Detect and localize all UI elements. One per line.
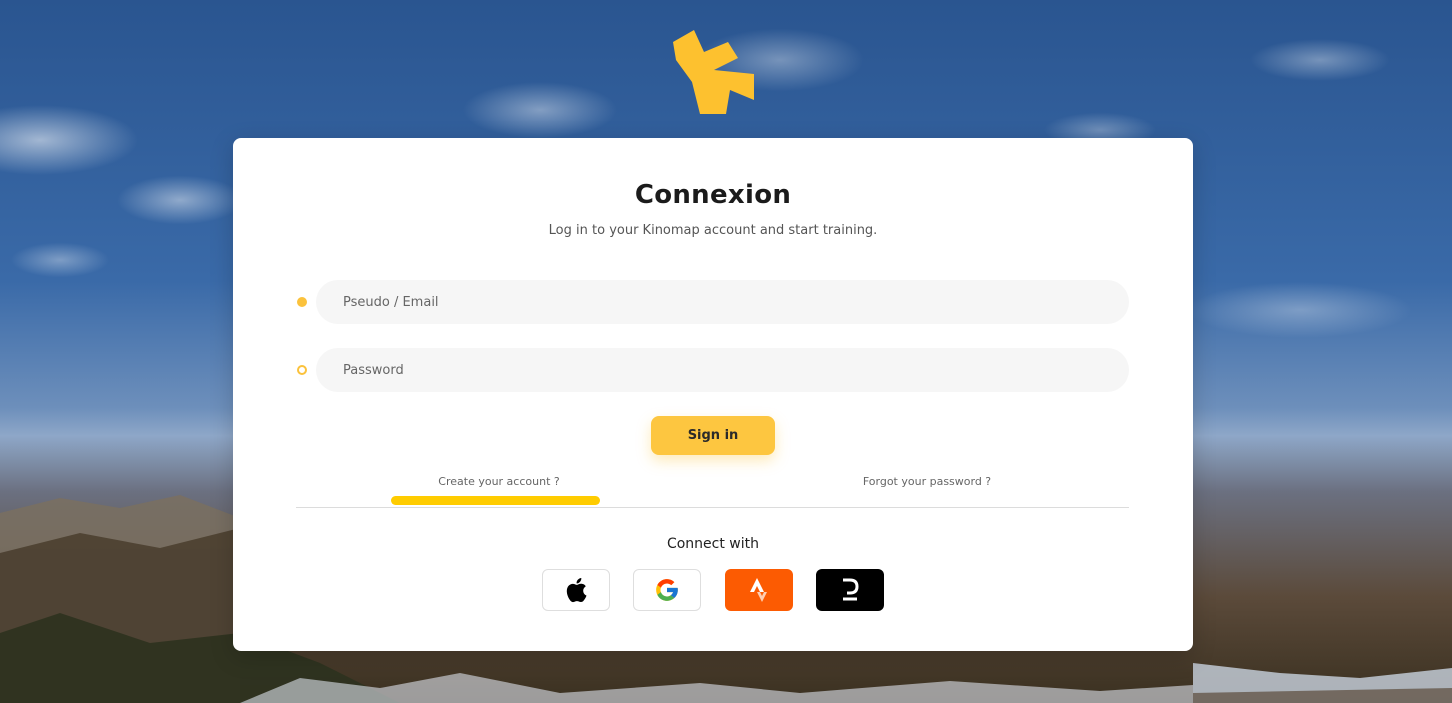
password-field[interactable]	[316, 348, 1129, 392]
forgot-password-link[interactable]: Forgot your password ?	[823, 475, 1031, 488]
page-subtitle: Log in to your Kinomap account and start…	[548, 223, 878, 238]
login-card: Connexion Log in to your Kinomap account…	[233, 138, 1193, 651]
email-field[interactable]	[316, 280, 1129, 324]
d-brand-icon	[843, 578, 859, 601]
active-tab-indicator	[391, 496, 600, 505]
apple-login-button[interactable]	[542, 569, 610, 611]
apple-icon	[566, 578, 587, 603]
create-account-link[interactable]: Create your account ?	[391, 475, 607, 488]
email-indicator-icon	[297, 297, 307, 307]
sign-in-button[interactable]: Sign in	[651, 416, 775, 455]
password-indicator-icon	[297, 365, 307, 375]
strava-login-button[interactable]	[725, 569, 793, 611]
google-login-button[interactable]	[633, 569, 701, 611]
divider	[296, 507, 1129, 508]
kinomap-logo-icon	[673, 30, 754, 114]
page-title: Connexion	[634, 180, 792, 210]
connect-with-label: Connect with	[666, 536, 760, 552]
google-icon	[656, 579, 678, 601]
strava-icon	[750, 578, 767, 602]
d-brand-login-button[interactable]	[816, 569, 884, 611]
